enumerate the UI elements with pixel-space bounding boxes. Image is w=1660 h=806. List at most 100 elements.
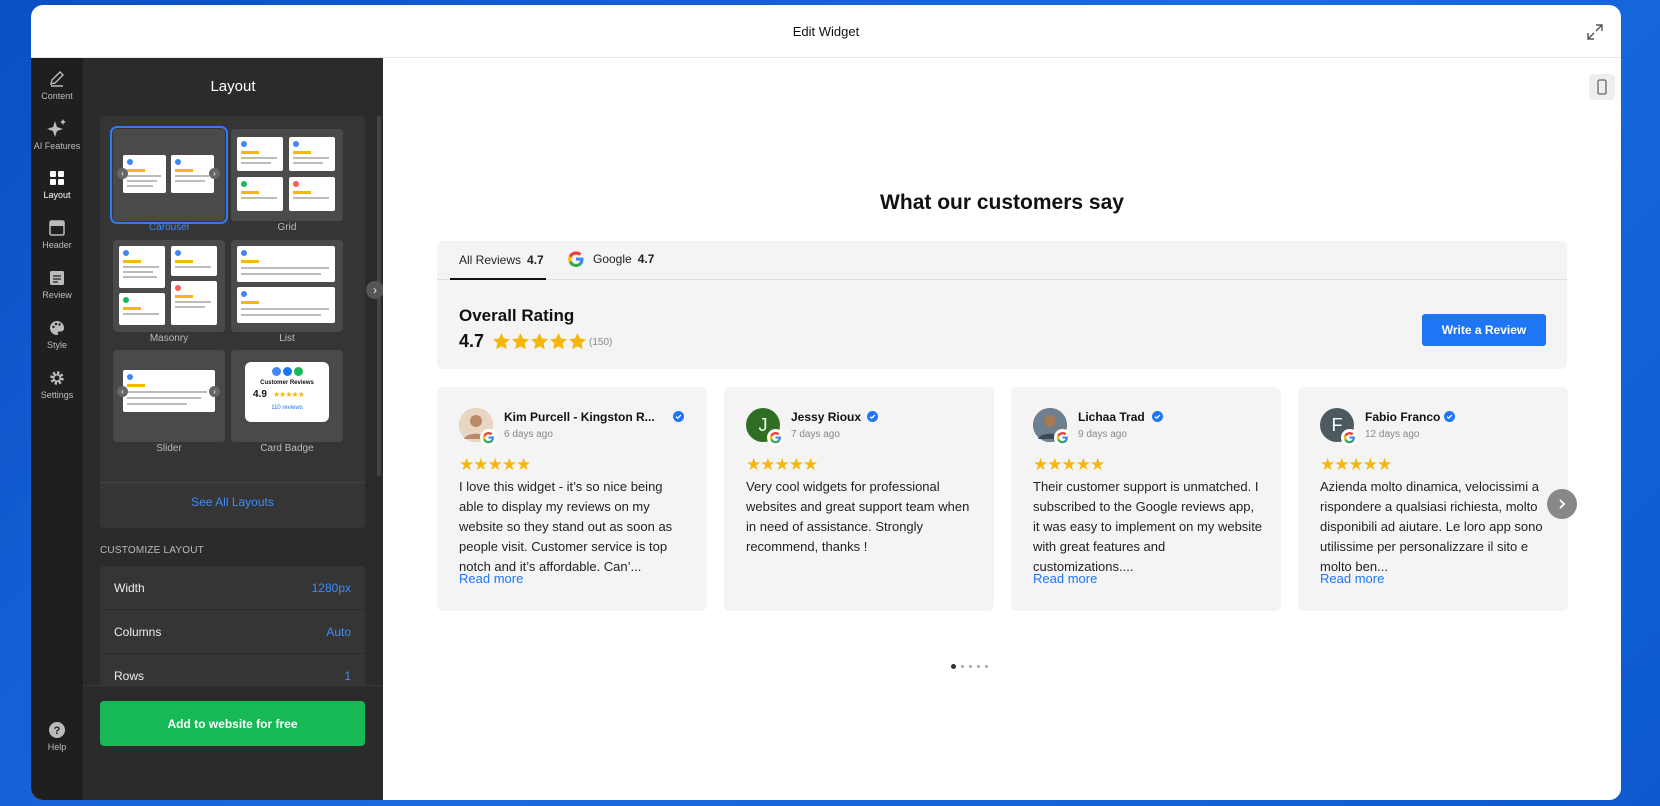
- layout-label-carousel: Carousel: [148, 222, 190, 233]
- layout-option-carousel[interactable]: ‹ ›: [110, 126, 228, 224]
- review-card[interactable]: J Jessy Rioux 7 days ago ★★★★★ Very cool…: [724, 387, 994, 611]
- read-more-link[interactable]: Read more: [1320, 571, 1384, 586]
- review-stars: ★★★★★: [1320, 455, 1392, 475]
- carousel-pagination: [951, 664, 988, 669]
- panel-title: Layout: [210, 78, 256, 95]
- reviewer-name: Jessy Rioux: [791, 410, 862, 424]
- header-icon: [49, 220, 65, 236]
- tab-all-reviews[interactable]: All Reviews 4.7: [459, 253, 544, 267]
- customize-layout-heading: CUSTOMIZE LAYOUT: [100, 545, 204, 556]
- rail-item-help[interactable]: ? Help: [31, 721, 83, 752]
- rail-item-content[interactable]: Content: [31, 70, 83, 101]
- rail-item-header[interactable]: Header: [31, 219, 83, 250]
- option-label: Rows: [114, 668, 145, 683]
- google-badge-icon: [767, 429, 784, 446]
- edit-widget-window: Edit Widget Content AI Features Layout H…: [31, 5, 1621, 800]
- star-icon: ★★★★★: [1033, 455, 1105, 474]
- review-stars: ★★★★★: [459, 455, 531, 475]
- rail-item-style[interactable]: Style: [31, 319, 83, 350]
- add-to-website-button[interactable]: Add to website for free: [100, 701, 365, 746]
- phone-icon: [1597, 79, 1607, 95]
- rail-item-ai-features[interactable]: AI Features: [31, 118, 83, 151]
- star-icon: [530, 332, 549, 350]
- rail-item-settings[interactable]: Settings: [31, 369, 83, 400]
- review-stars: ★★★★★: [746, 455, 818, 475]
- layout-panel: Layout ‹ › Carousel Grid Masonry List ‹ …: [83, 58, 384, 800]
- page-dot[interactable]: [951, 664, 956, 669]
- carousel-next-button[interactable]: [1547, 489, 1577, 519]
- mini-prev-icon: ‹: [117, 168, 128, 179]
- badge-title: Customer Reviews: [260, 380, 314, 386]
- mobile-view-button[interactable]: [1589, 74, 1615, 100]
- page-dot[interactable]: [977, 665, 980, 668]
- reviewer-name: Kim Purcell - Kingston R...: [504, 410, 655, 424]
- layout-label-card-badge: Card Badge: [260, 443, 314, 454]
- rail-label-review: Review: [42, 290, 72, 300]
- tab-google[interactable]: Google 4.7: [567, 250, 654, 268]
- rail-label-style: Style: [46, 340, 67, 350]
- read-more-link[interactable]: Read more: [1033, 571, 1097, 586]
- option-value[interactable]: Auto: [326, 625, 351, 639]
- google-badge-icon: [1054, 429, 1071, 446]
- star-icon: ★★★★★: [746, 455, 818, 474]
- reviewer-name: Lichaa Trad: [1078, 410, 1145, 424]
- customize-options: Width 1280px Columns Auto Rows 1: [100, 566, 365, 699]
- badge-logos: [272, 367, 303, 376]
- review-text: Very cool widgets for professional websi…: [746, 479, 970, 554]
- window-title: Edit Widget: [792, 23, 860, 39]
- rail-label-layout: Layout: [43, 190, 71, 200]
- layout-label-list: List: [279, 333, 295, 344]
- see-all-layouts-link[interactable]: See All Layouts: [100, 495, 365, 509]
- option-width[interactable]: Width 1280px: [100, 566, 365, 610]
- tab-label: All Reviews: [459, 253, 522, 267]
- rail-item-review[interactable]: Review: [31, 269, 83, 300]
- review-date: 7 days ago: [791, 429, 840, 440]
- rating-summary: All Reviews 4.7 Google 4.7 Overall Rating …: [437, 241, 1567, 369]
- layout-label-masonry: Masonry: [149, 333, 189, 344]
- review-icon: [50, 271, 64, 285]
- review-card[interactable]: Kim Purcell - Kingston R... 6 days ago ★…: [437, 387, 707, 611]
- gear-icon: [50, 371, 64, 385]
- expand-icon[interactable]: [1585, 22, 1605, 42]
- badge-score: 4.9: [253, 389, 267, 400]
- review-card[interactable]: F Fabio Franco 12 days ago ★★★★★ Azienda…: [1298, 387, 1568, 611]
- verified-icon: [673, 411, 684, 422]
- badge-stars: ★★★★★: [273, 390, 305, 399]
- layout-option-grid[interactable]: [231, 129, 343, 221]
- option-columns[interactable]: Columns Auto: [100, 610, 365, 654]
- layout-option-masonry[interactable]: [113, 240, 225, 332]
- mini-card: [171, 155, 214, 193]
- layout-option-list[interactable]: [231, 240, 343, 332]
- review-date: 6 days ago: [504, 429, 553, 440]
- page-dot[interactable]: [985, 665, 988, 668]
- layouts-next-button[interactable]: ›: [366, 281, 384, 299]
- layout-option-slider[interactable]: ‹ ›: [113, 350, 225, 442]
- layouts-gallery: ‹ › Carousel Grid Masonry List ‹ › Slide…: [100, 116, 365, 528]
- mini-prev-icon: ‹: [117, 386, 128, 397]
- page-dot[interactable]: [961, 665, 964, 668]
- divider: [100, 482, 365, 483]
- review-text: Azienda molto dinamica, velocissimi a ri…: [1320, 479, 1543, 574]
- option-value[interactable]: 1: [344, 669, 351, 683]
- google-badge-icon: [480, 429, 497, 446]
- read-more-link[interactable]: Read more: [459, 571, 523, 586]
- page-dot[interactable]: [969, 665, 972, 668]
- mini-next-icon: ›: [209, 386, 220, 397]
- rail-label-help: Help: [47, 742, 67, 752]
- write-review-button[interactable]: Write a Review: [1422, 314, 1546, 346]
- source-tabs: All Reviews 4.7 Google 4.7: [437, 241, 1567, 280]
- layout-label-grid: Grid: [277, 222, 297, 233]
- option-value[interactable]: 1280px: [312, 581, 351, 595]
- layout-icon: [50, 171, 64, 185]
- rail-label-content: Content: [41, 91, 73, 101]
- tab-label: Google: [593, 252, 632, 266]
- sidebar-rail: Content AI Features Layout Header Review…: [31, 58, 83, 800]
- help-icon: ?: [49, 722, 65, 738]
- rail-item-layout[interactable]: Layout: [31, 169, 83, 200]
- review-card[interactable]: Lichaa Trad 9 days ago ★★★★★ Their custo…: [1011, 387, 1281, 611]
- badge-review-count: 110 reviews: [271, 405, 303, 411]
- widget-preview: What our customers say All Reviews 4.7 Go…: [383, 58, 1621, 800]
- tab-score: 4.7: [527, 253, 544, 267]
- star-icon: [549, 332, 568, 350]
- layout-option-card-badge[interactable]: Customer Reviews 4.9 ★★★★★ 110 reviews: [231, 350, 343, 442]
